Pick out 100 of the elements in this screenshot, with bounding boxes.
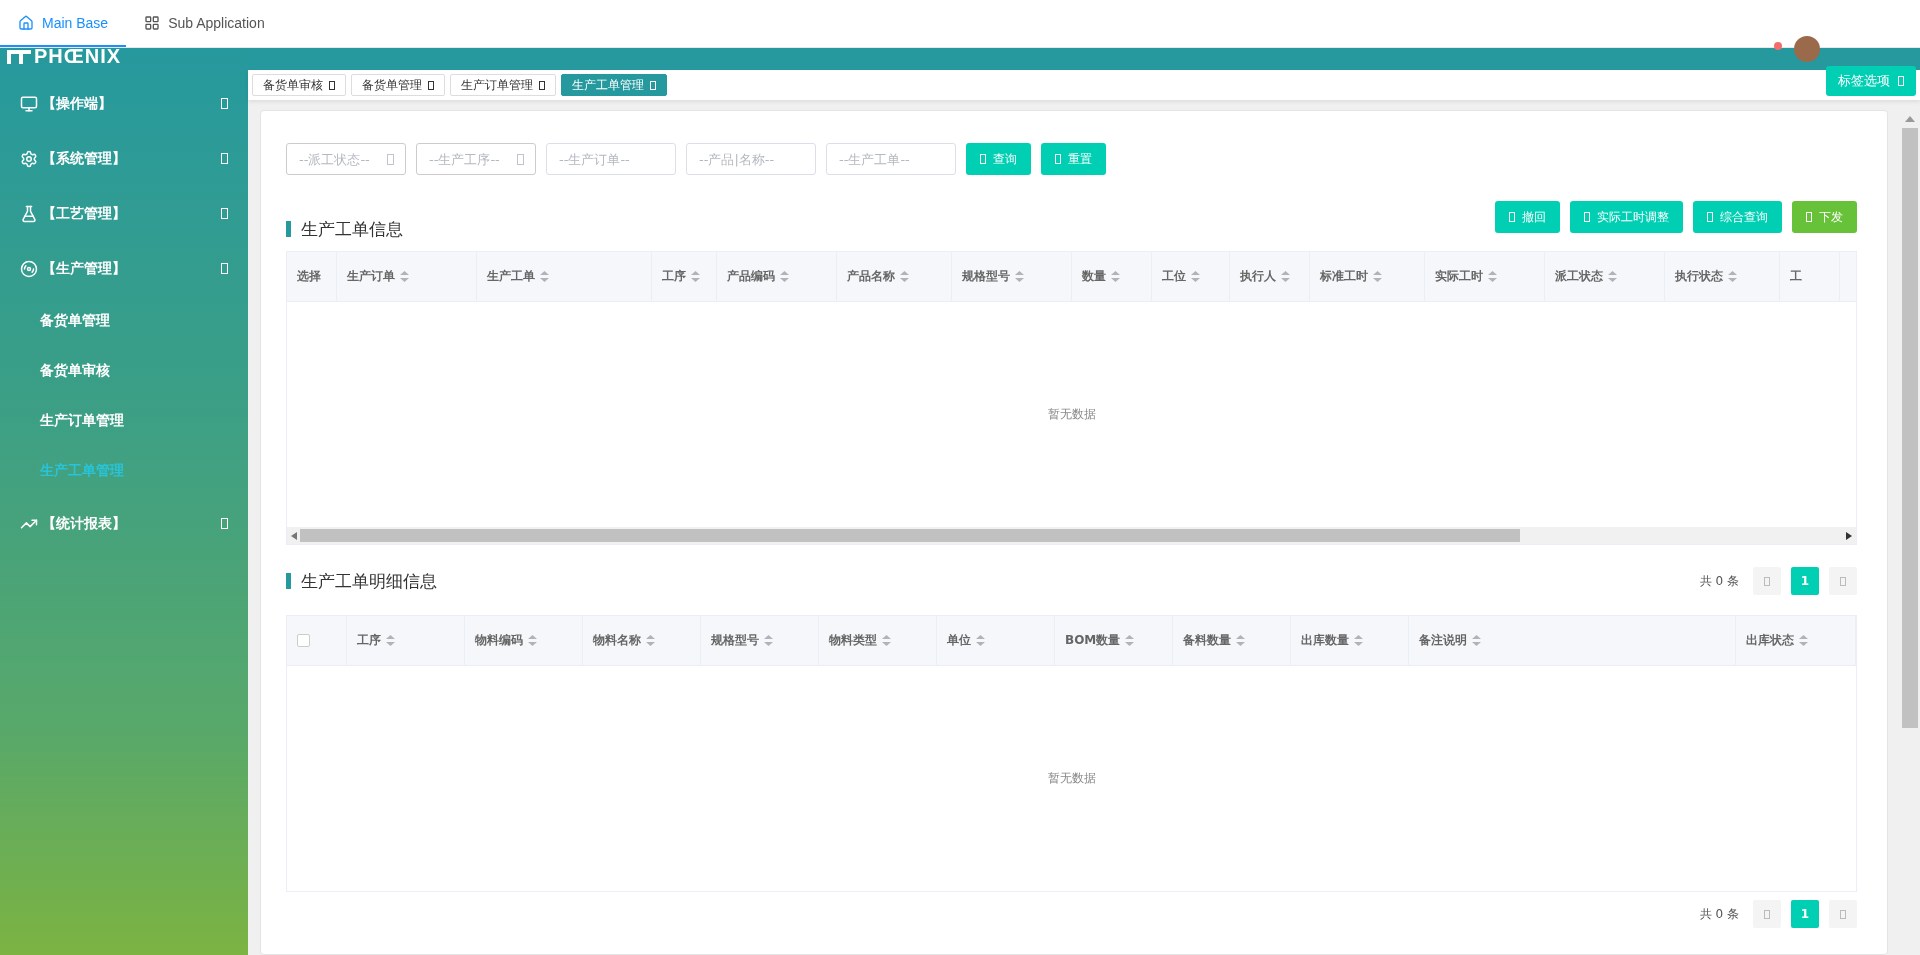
total-count: 共 0 条	[1699, 905, 1739, 923]
sort-icon[interactable]	[1125, 635, 1135, 646]
sort-icon[interactable]	[400, 271, 409, 282]
column-header[interactable]: 生产工单	[477, 252, 652, 301]
sort-icon[interactable]	[540, 271, 549, 282]
column-header: 工	[1780, 252, 1840, 301]
app-tab[interactable]: Sub Application	[126, 0, 283, 47]
column-header[interactable]: 物料编码	[465, 616, 583, 665]
placeholder-glyph-icon	[221, 153, 228, 164]
sidebar-subitem[interactable]: 备货单审核	[0, 346, 248, 396]
sidebar-item[interactable]: 【系统管理】	[0, 131, 248, 186]
placeholder-glyph-icon	[428, 80, 434, 90]
sort-icon[interactable]	[1373, 271, 1382, 282]
sort-icon[interactable]	[646, 635, 655, 646]
sort-icon[interactable]	[1191, 271, 1200, 282]
sidebar-item[interactable]: 【操作端】	[0, 76, 248, 131]
monitor-icon	[20, 94, 38, 113]
empty-message: 暂无数据	[1047, 770, 1096, 787]
column-header[interactable]: 产品名称	[837, 252, 952, 301]
placeholder-glyph-icon	[1764, 576, 1770, 586]
sort-icon[interactable]	[386, 635, 395, 646]
column-header: 选择	[287, 252, 337, 301]
column-header[interactable]: 实际工时	[1425, 252, 1545, 301]
disc-icon	[20, 259, 38, 278]
column-header[interactable]: 规格型号	[952, 252, 1072, 301]
column-header[interactable]: 生产订单	[337, 252, 477, 301]
prev-page-button[interactable]	[1753, 900, 1781, 928]
column-header[interactable]: 物料类型	[819, 616, 937, 665]
column-header[interactable]: 执行状态	[1665, 252, 1780, 301]
placeholder-glyph-icon	[1055, 154, 1061, 164]
section-title: 生产工单信息	[301, 217, 403, 241]
sidebar-item[interactable]: 【生产管理】	[0, 241, 248, 296]
placeholder-glyph-icon	[1898, 76, 1904, 86]
column-header[interactable]: 备注说明	[1409, 616, 1736, 665]
sort-icon[interactable]	[1281, 271, 1290, 282]
section-title: 生产工单明细信息	[301, 569, 437, 593]
next-page-button[interactable]	[1829, 900, 1857, 928]
placeholder-glyph-icon	[1764, 909, 1770, 919]
notification-dot	[1774, 42, 1782, 50]
input-field[interactable]: --生产订单--	[546, 143, 676, 175]
sort-icon[interactable]	[1111, 271, 1120, 282]
column-header[interactable]: 工序	[347, 616, 465, 665]
placeholder-glyph-icon	[1509, 212, 1515, 222]
sort-icon[interactable]	[1488, 271, 1497, 282]
column-header[interactable]: 产品编码	[717, 252, 837, 301]
next-page-button[interactable]	[1829, 567, 1857, 595]
column-header[interactable]: 规格型号	[701, 616, 819, 665]
column-header[interactable]: 标准工时	[1310, 252, 1425, 301]
placeholder-glyph-icon	[221, 208, 228, 219]
placeholder-glyph-icon	[221, 518, 228, 529]
column-header[interactable]: 执行人	[1230, 252, 1310, 301]
sort-icon[interactable]	[528, 635, 537, 646]
sort-icon[interactable]	[764, 635, 773, 646]
sidebar-item[interactable]: 【工艺管理】	[0, 186, 248, 241]
column-header[interactable]: 备料数量	[1173, 616, 1291, 665]
column-header[interactable]: 单位	[937, 616, 1055, 665]
sidebar-item[interactable]: 【统计报表】	[0, 496, 248, 551]
placeholder-glyph-icon	[329, 80, 335, 90]
column-header[interactable]: 出库状态	[1736, 616, 1856, 665]
page-tab[interactable]: 备货单管理	[351, 74, 445, 96]
sort-icon[interactable]	[1015, 271, 1024, 282]
sort-icon[interactable]	[691, 271, 700, 282]
column-header[interactable]: 物料名称	[583, 616, 701, 665]
sort-icon[interactable]	[900, 271, 909, 282]
input-field[interactable]: --产品|名称--	[686, 143, 816, 175]
sort-icon[interactable]	[1472, 635, 1481, 646]
column-header[interactable]: BOM数量	[1055, 616, 1173, 665]
prev-page-button[interactable]	[1753, 567, 1781, 595]
sort-icon[interactable]	[1728, 271, 1737, 282]
column-header[interactable]: 派工状态	[1545, 252, 1665, 301]
column-header[interactable]: 工序	[652, 252, 717, 301]
scroll-left-icon[interactable]	[291, 531, 297, 540]
sort-icon[interactable]	[882, 635, 891, 646]
scroll-right-icon[interactable]	[1846, 531, 1852, 540]
input-field[interactable]: --生产工单--	[826, 143, 956, 175]
sort-icon[interactable]	[1799, 635, 1808, 646]
placeholder-glyph-icon	[517, 154, 524, 165]
sort-icon[interactable]	[976, 635, 985, 646]
sort-icon[interactable]	[1608, 271, 1617, 282]
sort-icon[interactable]	[1236, 635, 1245, 646]
column-header[interactable]: 数量	[1072, 252, 1152, 301]
select-field[interactable]: --生产工序--	[416, 143, 536, 175]
sidebar-subitem[interactable]: 生产订单管理	[0, 396, 248, 446]
page-tab[interactable]: 生产工单管理	[561, 74, 667, 96]
scroll-up-icon[interactable]	[1905, 116, 1915, 122]
placeholder-glyph-icon	[980, 154, 986, 164]
column-header[interactable]: 出库数量	[1291, 616, 1409, 665]
avatar[interactable]	[1794, 36, 1820, 62]
placeholder-glyph-icon	[650, 80, 656, 90]
column-header[interactable]: 工位	[1152, 252, 1230, 301]
sidebar-subitem[interactable]: 备货单管理	[0, 296, 248, 346]
select-all-checkbox[interactable]	[297, 634, 310, 647]
page-tab[interactable]: 生产订单管理	[450, 74, 556, 96]
sort-icon[interactable]	[780, 271, 789, 282]
sort-icon[interactable]	[1354, 635, 1363, 646]
horizontal-scrollbar[interactable]	[287, 527, 1856, 544]
placeholder-glyph-icon	[1840, 576, 1846, 586]
page-tab[interactable]: 备货单审核	[252, 74, 346, 96]
select-field[interactable]: --派工状态--	[286, 143, 406, 175]
placeholder-glyph-icon	[1584, 212, 1590, 222]
